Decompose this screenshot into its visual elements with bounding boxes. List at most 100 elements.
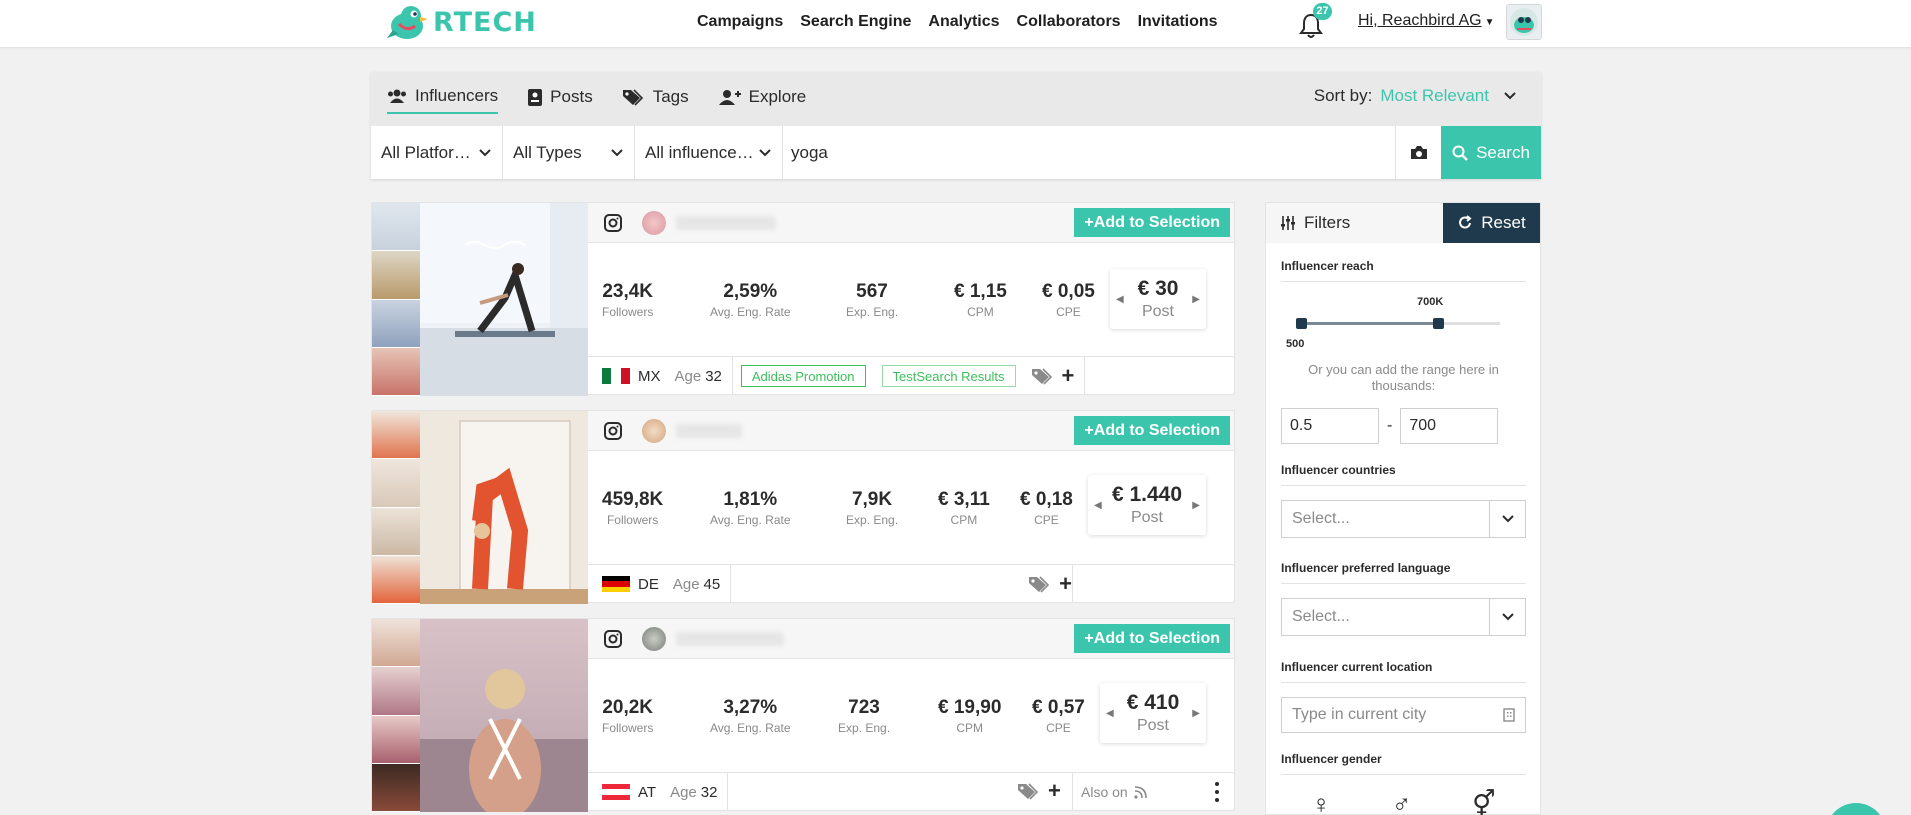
- slider-min-handle[interactable]: [1296, 318, 1307, 329]
- platform-dropdown[interactable]: All Platfor…: [371, 126, 503, 179]
- card-header: +Add to Selection: [588, 203, 1234, 243]
- tags-icon[interactable]: [1031, 367, 1054, 385]
- eng-rate-value: 1,81%: [723, 488, 778, 510]
- nav-collaborators[interactable]: Collaborators: [1017, 13, 1121, 31]
- gender-section: Influencer gender ♀ ♂ ⚥: [1281, 752, 1526, 815]
- influencers-dropdown[interactable]: All influence…: [635, 126, 783, 179]
- tab-explore[interactable]: Explore: [718, 86, 807, 114]
- user-avatar[interactable]: [1506, 4, 1542, 40]
- brand-name: RTECH: [433, 6, 537, 38]
- male-icon[interactable]: ♂: [1392, 789, 1412, 815]
- add-tag-icon[interactable]: +: [1062, 365, 1075, 387]
- stat-cpm: € 1,15 CPM: [954, 281, 1007, 319]
- countries-select[interactable]: Select...: [1281, 500, 1526, 538]
- search-input[interactable]: [783, 126, 1395, 179]
- price-prev-icon[interactable]: ◀: [1116, 294, 1124, 305]
- tag-chip[interactable]: TestSearch Results: [881, 365, 1016, 387]
- avatar[interactable]: [642, 626, 666, 651]
- flag-de-icon: [602, 576, 630, 592]
- notifications-button[interactable]: 27: [1298, 3, 1332, 38]
- price-next-icon[interactable]: ▶: [1192, 294, 1200, 305]
- female-icon[interactable]: ♀: [1311, 789, 1331, 815]
- types-dropdown[interactable]: All Types: [503, 126, 635, 179]
- price-type: Post: [1141, 303, 1174, 320]
- post-thumbnails[interactable]: [372, 619, 420, 812]
- stat-cpe: € 0,18 CPE: [1020, 489, 1073, 527]
- post-thumbnails[interactable]: [372, 411, 420, 604]
- search-button[interactable]: Search: [1441, 126, 1541, 179]
- search-tabs: Influencers Posts Tags Explore: [387, 86, 806, 114]
- price-next-icon[interactable]: ▶: [1192, 500, 1200, 511]
- reach-title: Influencer reach: [1281, 259, 1526, 282]
- tab-label: Tags: [652, 87, 689, 106]
- tab-influencers[interactable]: Influencers: [387, 86, 499, 114]
- also-on: Also on: [1072, 773, 1148, 811]
- logo[interactable]: RTECH: [385, 2, 537, 42]
- tab-tags[interactable]: Tags: [622, 86, 689, 114]
- platform-value: All Platfor…: [381, 142, 471, 162]
- flag-at-icon: [602, 784, 630, 800]
- non-binary-icon[interactable]: ⚥: [1472, 789, 1495, 815]
- types-value: All Types: [513, 142, 582, 162]
- card-stats: 459,8K Followers 1,81% Avg. Eng. Rate 7,9K…: [588, 451, 1234, 564]
- cpm-value: € 19,90: [938, 696, 1002, 718]
- instagram-icon: [604, 213, 622, 232]
- main-post-image[interactable]: [420, 411, 588, 604]
- tab-label: Explore: [748, 87, 807, 106]
- main-post-image[interactable]: [420, 619, 588, 812]
- nav-analytics[interactable]: Analytics: [928, 13, 999, 31]
- divider: [1072, 565, 1073, 603]
- reset-button[interactable]: Reset: [1443, 203, 1540, 243]
- post-thumbnails[interactable]: [372, 203, 420, 396]
- add-to-selection-button[interactable]: +Add to Selection: [1074, 624, 1230, 653]
- sort-control[interactable]: Sort by: Most Relevant: [1314, 86, 1517, 106]
- add-to-selection-button[interactable]: +Add to Selection: [1074, 208, 1230, 237]
- age-value: 45: [703, 575, 721, 593]
- sort-value: Most Relevant: [1380, 86, 1489, 105]
- refresh-icon: [1459, 215, 1472, 229]
- tags-icon[interactable]: [1029, 575, 1051, 593]
- stat-exp-eng: 723 Exp. Eng.: [838, 697, 890, 735]
- range-min-input[interactable]: [1281, 408, 1379, 444]
- instagram-icon: [604, 629, 622, 648]
- add-tag-icon[interactable]: +: [1048, 780, 1061, 802]
- tab-label: Posts: [550, 87, 593, 106]
- stat-followers: 20,2K Followers: [602, 697, 653, 735]
- card-footer: MX Age 32 Adidas Promotion TestSearch Res…: [588, 356, 1234, 395]
- more-options-icon[interactable]: [1214, 782, 1220, 802]
- chat-widget-button[interactable]: [1826, 803, 1886, 815]
- price-prev-icon[interactable]: ◀: [1094, 500, 1102, 511]
- range-dash: -: [1387, 417, 1393, 434]
- add-tag-icon[interactable]: +: [1059, 573, 1072, 595]
- divider: [727, 773, 729, 811]
- reach-slider[interactable]: 700K 500: [1281, 282, 1526, 362]
- caret-down-icon: ▼: [1484, 17, 1495, 28]
- tag-chip[interactable]: Adidas Promotion: [740, 365, 866, 387]
- tab-posts[interactable]: Posts: [528, 86, 593, 114]
- language-title: Influencer preferred language: [1281, 561, 1526, 584]
- price-box: ◀ € 1.440 Post ▶: [1088, 475, 1206, 535]
- gender-options: ♀ ♂ ⚥: [1281, 789, 1526, 815]
- range-max-input[interactable]: [1400, 408, 1499, 444]
- main-post-image[interactable]: [420, 203, 588, 396]
- avatar[interactable]: [642, 418, 666, 443]
- location-input[interactable]: Type in current city: [1281, 697, 1526, 733]
- search-icon: [1452, 145, 1468, 161]
- country-code: DE: [638, 575, 659, 593]
- add-to-selection-button[interactable]: +Add to Selection: [1074, 416, 1230, 445]
- slider-max-handle[interactable]: [1433, 318, 1444, 329]
- avatar[interactable]: [642, 210, 666, 235]
- rss-icon[interactable]: [1134, 785, 1148, 799]
- language-placeholder: Select...: [1292, 608, 1350, 625]
- price-next-icon[interactable]: ▶: [1192, 708, 1200, 719]
- country-code: MX: [638, 367, 661, 385]
- nav-campaigns[interactable]: Campaigns: [697, 13, 783, 31]
- price-prev-icon[interactable]: ◀: [1106, 708, 1114, 719]
- language-select[interactable]: Select...: [1281, 598, 1526, 636]
- nav-search-engine[interactable]: Search Engine: [800, 13, 911, 31]
- nav-invitations[interactable]: Invitations: [1138, 13, 1218, 31]
- tags-icon[interactable]: [1018, 782, 1040, 800]
- image-search-button[interactable]: [1395, 126, 1441, 179]
- filters-label: Filters: [1304, 213, 1351, 232]
- user-menu[interactable]: Hi, Reachbird AG ▼: [1358, 12, 1495, 30]
